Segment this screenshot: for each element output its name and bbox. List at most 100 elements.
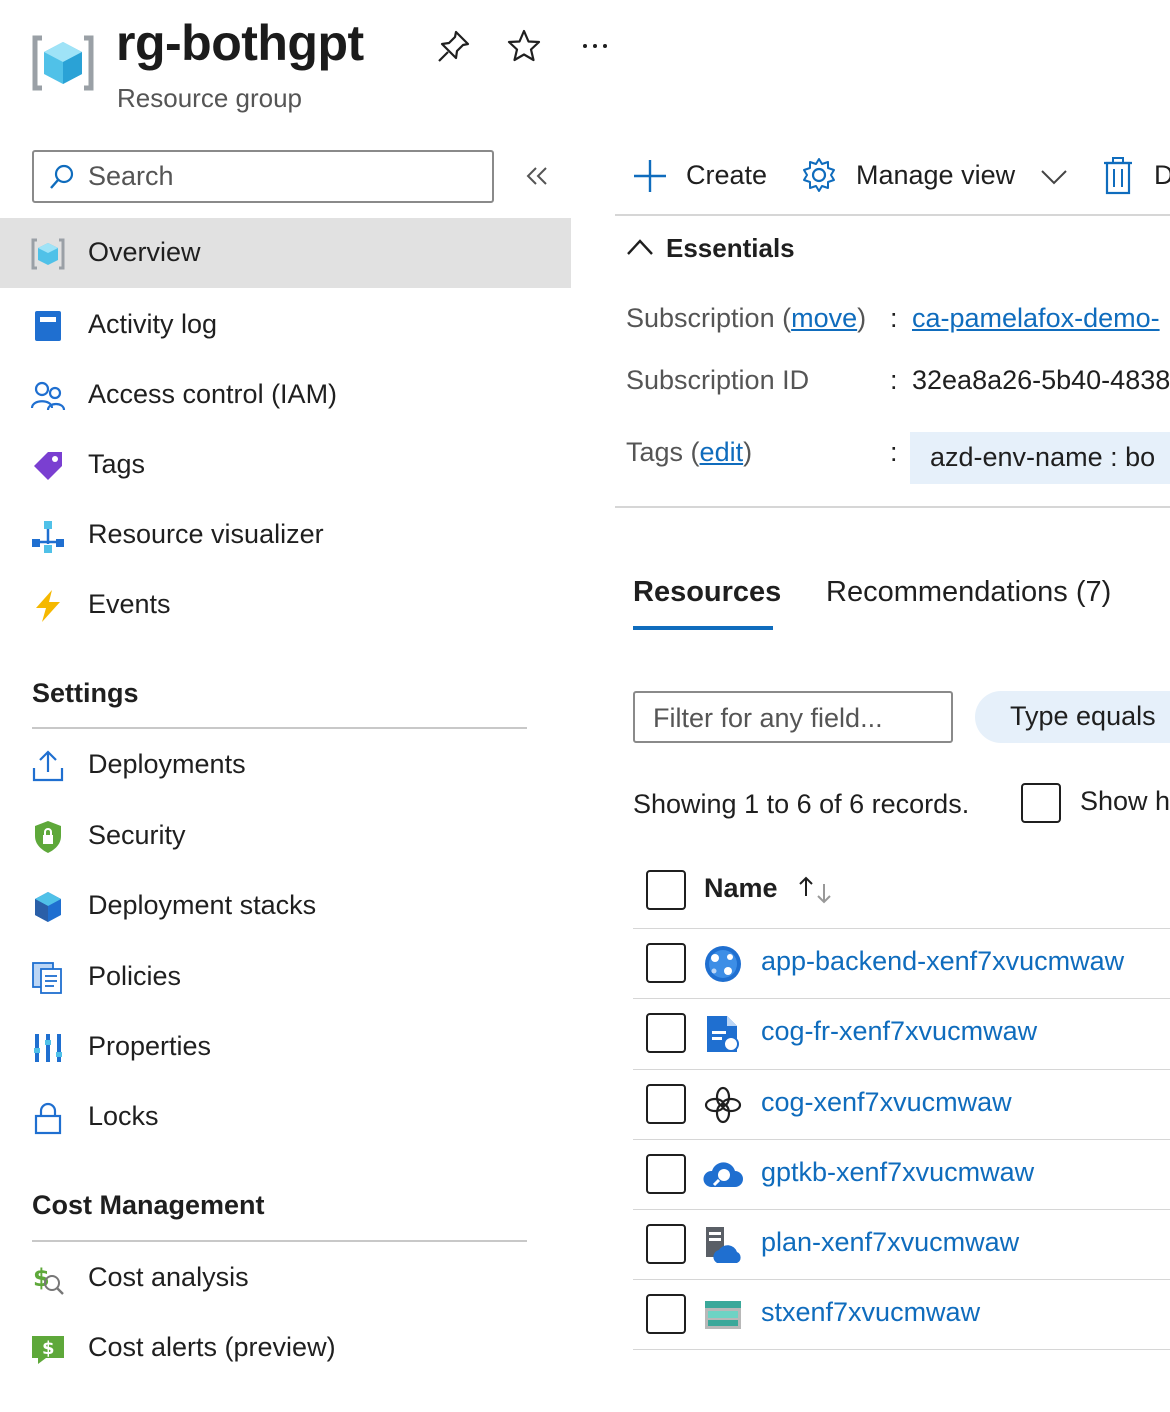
sidebar-item-locks[interactable]: Locks [0, 1082, 571, 1152]
sidebar-item-label: Events [88, 589, 171, 619]
colon: : [890, 437, 898, 467]
create-button[interactable]: Create [632, 152, 777, 202]
openai-icon [704, 1086, 742, 1124]
sidebar-item-label: Security [88, 820, 186, 850]
tab-resources[interactable]: Resources [633, 576, 781, 609]
more-icon[interactable] [578, 28, 614, 64]
lock-icon [34, 1102, 62, 1135]
trash-icon [1104, 157, 1132, 195]
chevron-up-icon[interactable] [626, 236, 654, 258]
pin-icon[interactable] [436, 28, 472, 64]
star-icon[interactable] [506, 28, 542, 64]
activity-log-icon [35, 311, 61, 341]
create-label: Create [686, 160, 768, 190]
people-icon [30, 381, 66, 411]
sidebar-item-overview[interactable]: Overview [0, 218, 571, 288]
subscription-label: Subscription (move) [626, 303, 867, 333]
toolbar-divider [615, 214, 1170, 216]
table-row: stxenf7xvucmwaw [633, 1280, 1170, 1350]
manage-view-button[interactable]: Manage view [800, 152, 1075, 202]
sidebar-item-properties[interactable]: Properties [0, 1012, 571, 1082]
table-row: gptkb-xenf7xvucmwaw [633, 1140, 1170, 1210]
cognitive-search-icon [703, 1162, 743, 1187]
manage-view-label: Manage view [856, 160, 1016, 190]
row-checkbox[interactable] [646, 943, 686, 983]
select-all-checkbox[interactable] [646, 870, 686, 910]
sidebar-item-events[interactable]: Events [0, 570, 571, 640]
table-row: app-backend-xenf7xvucmwaw [633, 929, 1170, 999]
row-checkbox[interactable] [646, 1294, 686, 1334]
resource-name-link[interactable]: cog-xenf7xvucmwaw [761, 1087, 1012, 1118]
resource-group-icon [31, 238, 65, 270]
app-service-icon [705, 946, 741, 982]
records-count: Showing 1 to 6 of 6 records. [633, 789, 970, 819]
show-hidden-checkbox[interactable] [1021, 783, 1061, 823]
page-header: rg-bothgpt Resource group [0, 0, 1170, 130]
sidebar-item-label: Access control (IAM) [88, 379, 338, 409]
resource-name-link[interactable]: stxenf7xvucmwaw [761, 1297, 980, 1328]
sidebar-item-access-control[interactable]: Access control (IAM) [0, 360, 571, 430]
active-tab-indicator [633, 626, 773, 630]
plus-icon [634, 160, 666, 192]
collapse-sidebar-icon[interactable] [522, 160, 552, 192]
show-hidden-label: Show h [1080, 786, 1170, 816]
resource-name-link[interactable]: plan-xenf7xvucmwaw [761, 1227, 1019, 1258]
subscription-label-text: Subscription [626, 303, 775, 333]
filter-placeholder: Filter for any field... [653, 703, 883, 733]
name-column-header[interactable]: Name [704, 873, 778, 904]
resource-name-link[interactable]: gptkb-xenf7xvucmwaw [761, 1157, 1034, 1188]
svg-text:$: $ [42, 1338, 55, 1359]
sidebar-item-deployments[interactable]: Deployments [0, 730, 571, 800]
search-placeholder: Search [88, 161, 174, 191]
edit-tags-link[interactable]: edit [700, 437, 744, 467]
essentials-title[interactable]: Essentials [666, 233, 795, 264]
resource-name-link[interactable]: app-backend-xenf7xvucmwaw [761, 946, 1124, 977]
upload-icon [32, 750, 64, 782]
sidebar-item-activity-log[interactable]: Activity log [0, 290, 571, 360]
sidebar-item-cost-analysis[interactable]: $ Cost analysis [0, 1243, 571, 1313]
type-filter-label: Type equals [1010, 701, 1156, 731]
sidebar-item-label: Activity log [88, 309, 218, 339]
resource-name-link[interactable]: cog-fr-xenf7xvucmwaw [761, 1016, 1037, 1047]
sidebar-item-resource-visualizer[interactable]: Resource visualizer [0, 500, 571, 570]
storage-account-icon [705, 1301, 741, 1329]
form-recognizer-icon [707, 1016, 739, 1052]
delete-button[interactable]: D [1102, 152, 1170, 202]
move-link[interactable]: move [791, 303, 857, 333]
sidebar-item-security[interactable]: Security [0, 801, 571, 871]
cost-divider [32, 1240, 527, 1242]
tab-recommendations[interactable]: Recommendations (7) [826, 576, 1111, 609]
sidebar-item-tags[interactable]: Tags [0, 430, 571, 500]
cost-alert-icon: $ [32, 1336, 64, 1364]
tags-label: Tags (edit) [626, 437, 753, 467]
colon: : [890, 365, 898, 395]
sidebar-item-label: Resource visualizer [88, 519, 324, 549]
type-filter-pill[interactable]: Type equals [975, 691, 1170, 743]
gear-icon [803, 158, 835, 192]
tag-chip-text: azd-env-name : bo [930, 442, 1156, 472]
filter-input[interactable]: Filter for any field... [633, 691, 953, 743]
table-row: cog-fr-xenf7xvucmwaw [633, 999, 1170, 1069]
sidebar-item-deployment-stacks[interactable]: Deployment stacks [0, 871, 571, 941]
cost-analysis-icon: $ [33, 1264, 64, 1295]
sidebar-item-label: Cost analysis [88, 1262, 249, 1292]
sidebar-item-label: Deployment stacks [88, 890, 317, 920]
sort-icon[interactable] [795, 874, 835, 906]
subscription-value-link[interactable]: ca-pamelafox-demo- [912, 303, 1160, 334]
row-checkbox[interactable] [646, 1154, 686, 1194]
sidebar-item-label: Locks [88, 1101, 159, 1131]
sidebar-item-cost-alerts[interactable]: $ Cost alerts (preview) [0, 1313, 571, 1383]
row-checkbox[interactable] [646, 1084, 686, 1124]
tags-label-text: Tags [626, 437, 684, 467]
sidebar-search-input[interactable]: Search [32, 150, 494, 203]
delete-label: D [1154, 160, 1170, 190]
row-checkbox[interactable] [646, 1224, 686, 1264]
row-checkbox[interactable] [646, 1013, 686, 1053]
sidebar-item-label: Policies [88, 961, 182, 991]
sidebar-item-label: Tags [88, 449, 146, 479]
tag-chip: azd-env-name : bo [910, 432, 1170, 484]
sidebar-item-policies[interactable]: Policies [0, 942, 571, 1012]
lightning-icon [36, 590, 60, 622]
shield-icon [35, 821, 61, 853]
sidebar-item-label: Cost alerts (preview) [88, 1332, 336, 1362]
